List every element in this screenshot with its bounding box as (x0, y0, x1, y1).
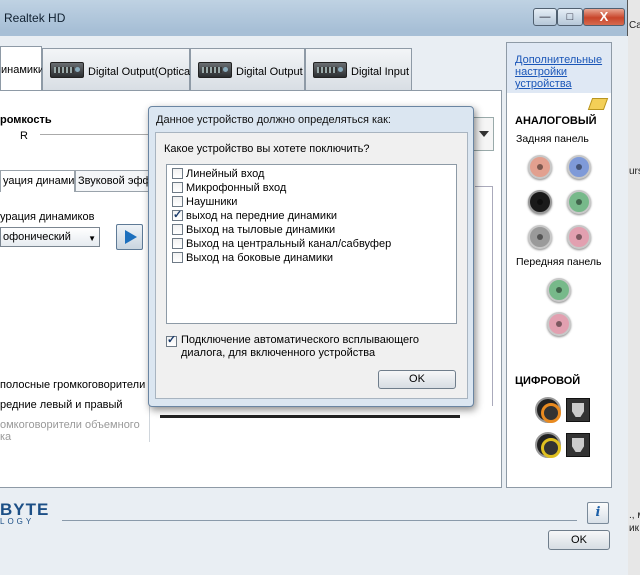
advanced-settings-link[interactable]: Дополнительные настройки устройства (515, 54, 607, 90)
front-lr-option[interactable]: редние левый и правый (0, 399, 123, 411)
window-title: Realtek HD (4, 11, 66, 25)
speaker-config-label: урация динамиков (0, 211, 95, 223)
checkbox-checked[interactable] (172, 208, 183, 221)
maximize-button[interactable]: □ (557, 8, 583, 26)
digital-device-icon (313, 62, 347, 78)
device-option-rear-speakers[interactable]: Выход на тыловые динамики (172, 223, 335, 236)
option-label: выход на передние динамики (186, 209, 338, 222)
close-button[interactable]: X (583, 8, 625, 26)
tab-label: Digital Input (351, 66, 410, 78)
volume-label: ромкость (0, 114, 52, 126)
digital-device-icon (198, 62, 232, 78)
footer (0, 488, 628, 575)
checkbox[interactable] (172, 252, 183, 263)
jack-blue-icon[interactable] (567, 155, 591, 179)
tab-label: инамики (1, 64, 45, 76)
tab-label: Digital Output (236, 66, 303, 78)
background-window-edge: Ca urs ., м ик (628, 0, 640, 575)
jack-pink-icon[interactable] (567, 225, 591, 249)
optical-port-icon[interactable] (566, 433, 590, 457)
analog-title: АНАЛОГОВЫЙ (515, 115, 597, 127)
device-option-front-speakers[interactable]: выход на передние динамики (172, 208, 338, 222)
tab-digital-input[interactable]: Digital Input (305, 48, 412, 90)
option-label: Выход на центральный канал/сабвуфер (186, 237, 392, 250)
background-text: urs (629, 166, 640, 177)
jack-green-icon[interactable] (547, 278, 571, 302)
volume-slider[interactable] (40, 134, 150, 135)
ok-button[interactable]: OK (548, 530, 610, 550)
divider (160, 415, 460, 418)
background-text: Ca (629, 20, 640, 31)
tab-label: Digital Output(Optical) (88, 66, 197, 78)
digital-title: ЦИФРОВОЙ (515, 375, 581, 387)
coaxial-port-icon[interactable] (535, 397, 561, 423)
surround-speakers-option-cont: ка (0, 431, 12, 443)
option-label: Линейный вход (186, 167, 265, 180)
device-dropdown[interactable] (474, 117, 494, 151)
jack-pink-icon[interactable] (528, 155, 552, 179)
option-label: Выход на боковые динамики (186, 251, 334, 264)
divider (62, 520, 577, 521)
tab-digital-output-optical[interactable]: Digital Output(Optical) (42, 48, 196, 90)
info-button[interactable]: i (587, 502, 609, 524)
brand-logo-sub: LOGY (0, 517, 35, 526)
chevron-down-icon: ▼ (88, 234, 96, 243)
group-box (475, 186, 493, 406)
dialog-question: Какое устройство вы хотете поключить? (164, 143, 370, 155)
surround-speakers-option[interactable]: омкоговорители объемного (0, 419, 140, 431)
title-bar[interactable]: Realtek HD — □ X (0, 0, 628, 36)
digital-device-icon (50, 62, 84, 78)
option-label: Микрофонный вход (186, 181, 287, 194)
play-button[interactable] (116, 224, 143, 250)
device-option-line-in[interactable]: Линейный вход (172, 167, 264, 180)
background-text: ик (629, 523, 639, 534)
speaker-config-select[interactable]: офонический ▼ (0, 227, 100, 247)
rear-panel-label: Задняя панель (516, 133, 589, 145)
dialog-title: Данное устройство должно определяться ка… (156, 114, 391, 126)
jack-pink-icon[interactable] (547, 312, 571, 336)
tab-digital-output[interactable]: Digital Output (190, 48, 305, 90)
background-text: ., м (629, 510, 640, 521)
front-panel-label: Передняя панель (516, 256, 602, 268)
fullrange-speakers-option[interactable]: полосные громкоговорители (0, 379, 145, 391)
auto-popup-option[interactable]: Подключение автоматического всплывающего… (166, 334, 466, 360)
option-label: Наушники (186, 195, 238, 208)
device-option-mic-in[interactable]: Микрофонный вход (172, 181, 286, 194)
checkbox[interactable] (172, 168, 183, 179)
device-option-center-sub[interactable]: Выход на центральный канал/сабвуфер (172, 237, 391, 250)
optical-port-icon[interactable] (566, 398, 590, 422)
speaker-config-value: офонический (3, 231, 71, 243)
dialog-ok-button[interactable]: OK (378, 370, 456, 389)
jack-green-icon[interactable] (567, 190, 591, 214)
tab-speaker-configuration[interactable]: уация динамиков (0, 170, 75, 192)
coaxial-port-icon[interactable] (535, 432, 561, 458)
checkbox[interactable] (172, 196, 183, 207)
tab-speakers[interactable]: инамики (0, 46, 45, 90)
tab-sound-effects[interactable]: Звуковой эффе (75, 170, 153, 192)
checkbox-checked[interactable] (166, 334, 177, 347)
volume-channel-label: R (20, 130, 28, 142)
minimize-button[interactable]: — (533, 8, 557, 26)
jack-gray-icon[interactable] (528, 225, 552, 249)
auto-popup-label: Подключение автоматического всплывающего… (181, 334, 420, 359)
jack-black-icon[interactable] (528, 190, 552, 214)
device-option-side-speakers[interactable]: Выход на боковые динамики (172, 251, 333, 264)
device-option-headphones[interactable]: Наушники (172, 195, 237, 208)
checkbox[interactable] (172, 182, 183, 193)
checkbox[interactable] (172, 224, 183, 235)
checkbox[interactable] (172, 238, 183, 249)
option-label: Выход на тыловые динамики (186, 223, 336, 236)
speaker-subtabs: уация динамиков Звуковой эффе (0, 170, 155, 192)
